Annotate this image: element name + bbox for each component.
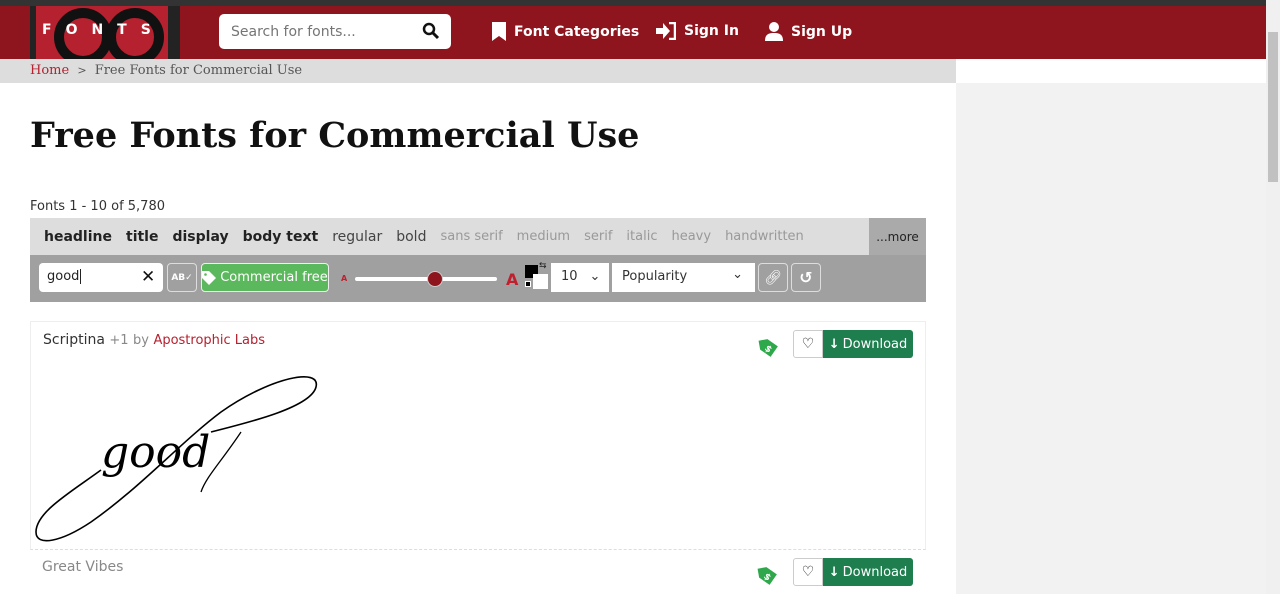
font-name-link[interactable]: Great Vibes [42,559,123,575]
font-preview: good [35,376,317,542]
size-large-label: A [506,270,519,289]
tag[interactable]: title [126,229,158,245]
result-count: Fonts 1 - 10 of 5,780 [30,199,165,214]
site-logo[interactable]: FONTS [30,6,180,66]
author-link[interactable]: Apostrophic Labs [153,333,265,348]
heart-icon: ♡ [801,564,815,580]
spellcheck-button[interactable]: AB✓ [167,263,197,292]
tag-bar: headline title display body text regular… [30,218,926,255]
download-button[interactable]: ↓ Download [823,330,913,358]
sort-select[interactable]: Popularity ⌄ [612,263,755,292]
download-button[interactable]: ↓ Download [823,558,913,586]
download-icon: ↓ [828,564,840,580]
breadcrumb-current: Free Fonts for Commercial Use [94,63,303,78]
tag[interactable]: italic [626,229,657,244]
breadcrumb-home[interactable]: Home [30,63,69,78]
reset-button[interactable]: ↺ [791,263,821,292]
tag[interactable]: body text [243,229,319,245]
font-name-link[interactable]: Scriptina [43,332,105,348]
commercial-free-button[interactable]: Commercial free [201,263,329,292]
search-icon[interactable] [422,22,440,40]
bookmark-icon [492,22,506,41]
reset-icon: ↺ [799,268,813,287]
nav-sign-in[interactable]: Sign In [656,22,739,40]
site-header: FONTS Font Categories Sign In Sign Up [0,6,1266,66]
swap-colors-icon[interactable]: ⇆ [539,261,547,271]
spellcheck-icon: AB✓ [171,272,193,283]
font-variants[interactable]: +1 [109,333,128,348]
font-title: Great Vibes [42,559,123,575]
size-small-label: A [341,274,348,283]
button-label: Commercial free [220,270,328,285]
sidebar [956,83,1266,594]
font-title: Scriptina +1 by Apostrophic Labs [43,332,265,348]
nav-sign-up[interactable]: Sign Up [765,22,852,41]
tag-icon [202,270,217,285]
tag[interactable]: heavy [671,229,711,244]
commercial-tag-icon: $ [758,339,778,357]
color-picker[interactable]: ⇆ [524,261,550,290]
tag[interactable]: medium [517,229,570,244]
commercial-tag-icon: $ [757,567,777,585]
preview-toolbar: good ✕ AB✓ Commercial free A A ⇆ 10 ⌄ Pop… [30,255,926,302]
per-page-select[interactable]: 10 ⌄ [551,263,609,292]
font-card: Scriptina +1 by Apostrophic Labs $ ♡ ↓ Do… [30,321,926,550]
breadcrumb-separator: > [77,64,87,77]
scrollbar-thumb[interactable] [1268,32,1278,182]
download-icon: ↓ [828,336,840,352]
font-size-slider-thumb[interactable] [426,271,443,287]
favorite-button[interactable]: ♡ [793,330,823,358]
clear-icon[interactable]: ✕ [141,267,155,287]
tag[interactable]: serif [584,229,612,244]
svg-text:good: good [101,427,210,478]
search-input[interactable] [219,14,451,49]
link-button[interactable]: 🔗︎ [758,263,788,292]
tag[interactable]: handwritten [725,229,804,244]
link-icon: 🔗︎ [764,269,782,286]
nav-label: Sign Up [791,23,853,40]
chevron-down-icon: ⌄ [589,269,601,284]
tag[interactable]: sans serif [440,229,502,244]
tag[interactable]: headline [44,229,112,245]
heart-icon: ♡ [801,336,815,352]
tag[interactable]: bold [396,229,426,245]
user-icon [765,22,783,41]
nav-label: Sign In [684,23,739,39]
by-label: by [133,333,149,348]
page-title: Free Fonts for Commercial Use [30,115,640,156]
tag[interactable]: display [172,229,228,245]
tag[interactable]: regular [332,229,382,245]
favorite-button[interactable]: ♡ [793,558,823,586]
nav-font-categories[interactable]: Font Categories [492,22,639,41]
breadcrumb: Home > Free Fonts for Commercial Use [0,59,956,83]
more-tags-button[interactable]: ...more [869,218,926,255]
chevron-down-icon: ⌄ [732,267,743,282]
nav-label: Font Categories [514,23,640,40]
sign-in-icon [656,22,676,40]
